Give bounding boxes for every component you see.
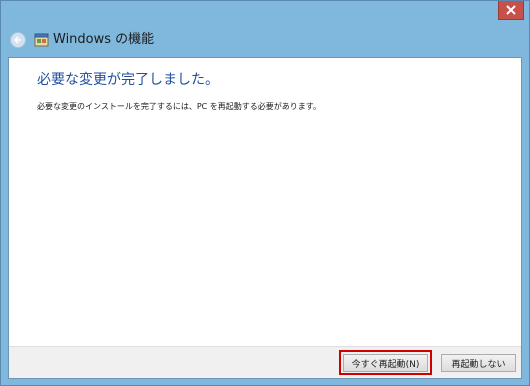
restart-message: 必要な変更のインストールを完了するには、PC を再起動する必要があります。 [37, 102, 321, 111]
title-bar[interactable] [1, 1, 529, 21]
restart-now-button[interactable]: 今すぐ再起動(N) [343, 354, 428, 372]
status-heading: 必要な変更が完了しました。 [37, 72, 219, 88]
restart-later-button[interactable]: 再起動しない [441, 354, 516, 372]
back-button[interactable] [10, 32, 26, 48]
close-button[interactable] [498, 1, 524, 20]
close-icon [506, 5, 516, 15]
content-panel: 必要な変更が完了しました。 必要な変更のインストールを完了するには、PC を再起… [8, 57, 522, 379]
windows-features-icon [34, 33, 49, 47]
dialog-window: Windows の機能 必要な変更が完了しました。 必要な変更のインストールを完… [0, 0, 530, 386]
window-title: Windows の機能 [53, 32, 155, 47]
button-bar: 今すぐ再起動(N) 再起動しない [9, 346, 521, 378]
navigation-bar: Windows の機能 [1, 26, 529, 56]
back-arrow-icon [13, 36, 21, 44]
